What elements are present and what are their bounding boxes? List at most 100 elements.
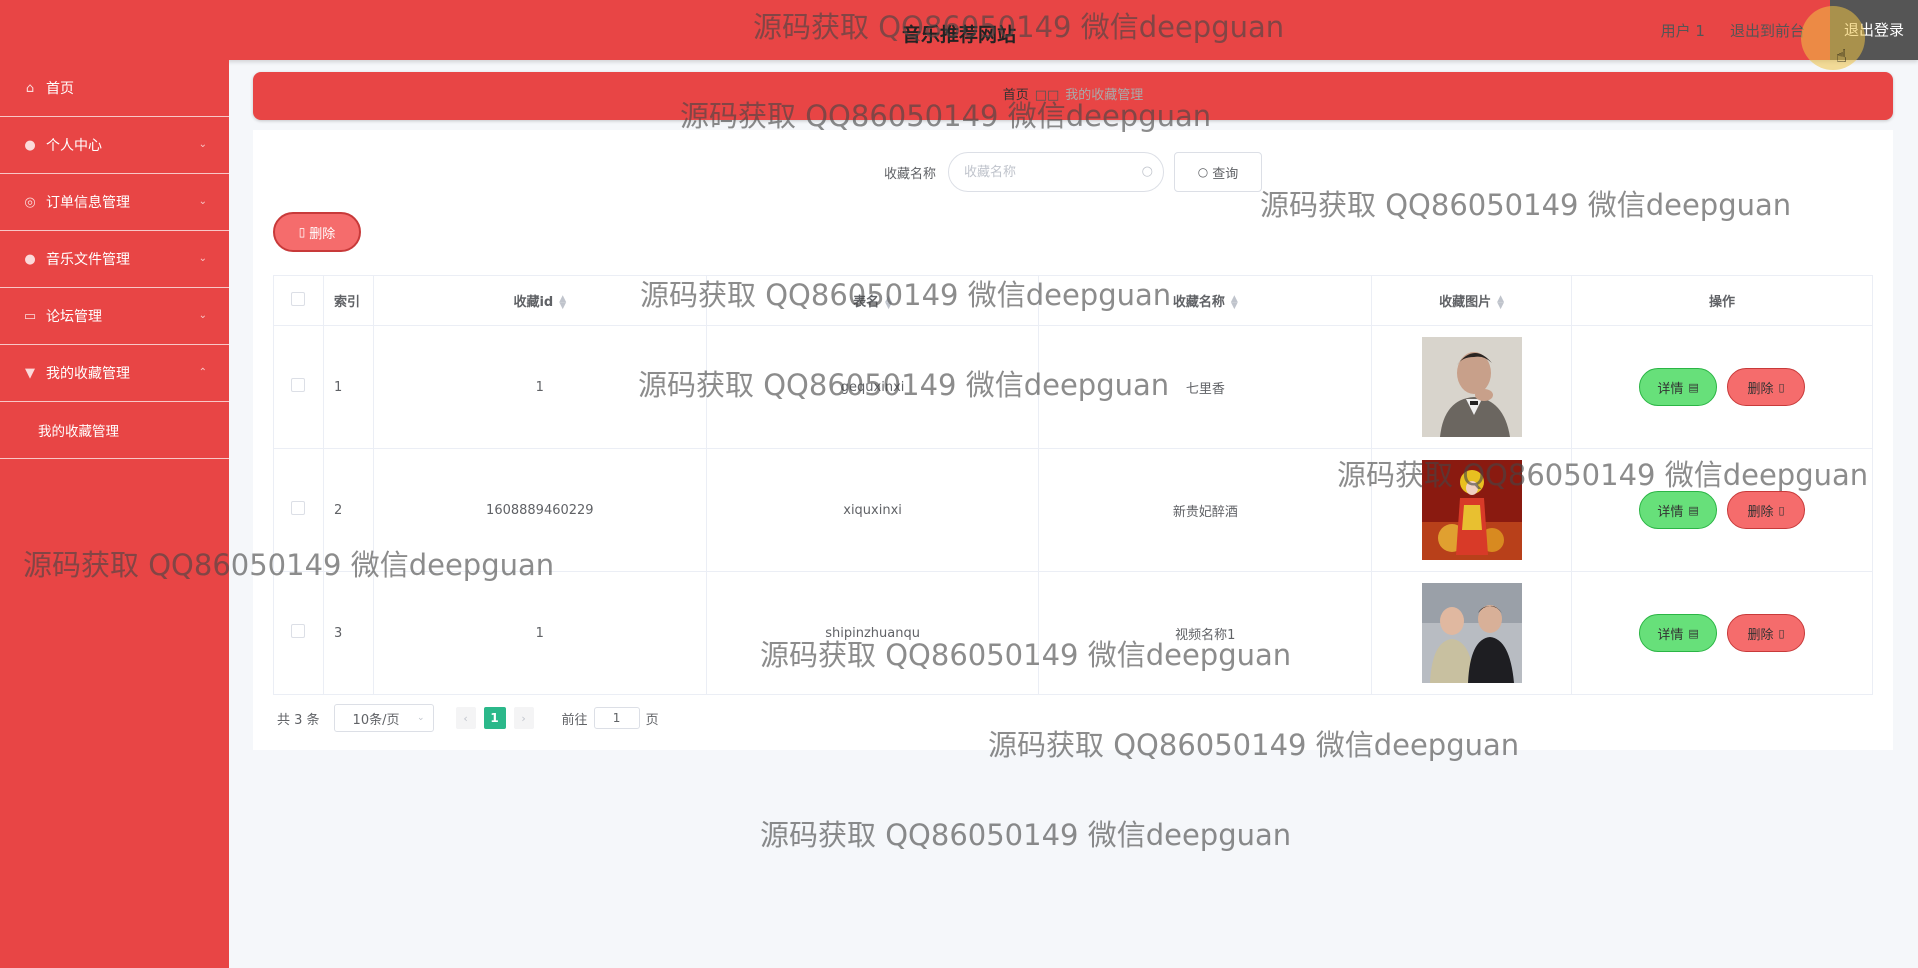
- delete-button-label: 删除: [1747, 627, 1774, 643]
- cell-name: 视频名称1: [1038, 571, 1373, 695]
- top-header: 音乐推荐网站 用户 1 退出到前台 退出登录: [0, 0, 1918, 60]
- sort-icon[interactable]: ▲ ▼: [885, 294, 892, 310]
- cell-id: 1: [372, 571, 707, 695]
- header-name[interactable]: 收藏名称 ▲ ▼: [1038, 275, 1373, 326]
- cell-table: xiquxinxi: [705, 448, 1040, 572]
- detail-button-label: 详情: [1657, 381, 1684, 397]
- compass-icon: ◎: [24, 194, 36, 210]
- detail-button[interactable]: 详情 ▤: [1639, 368, 1718, 406]
- chevron-down-icon: ⌄: [198, 253, 207, 264]
- sidebar-item-home[interactable]: ⌂ 首页: [0, 60, 229, 117]
- page-number-current[interactable]: 1: [483, 707, 506, 729]
- back-to-front-link[interactable]: 退出到前台: [1730, 20, 1805, 41]
- search-icon: ○: [1141, 164, 1153, 179]
- query-button-label: 查询: [1212, 166, 1239, 182]
- user-icon: ●: [24, 137, 36, 153]
- breadcrumb-current: 我的收藏管理: [1065, 88, 1144, 103]
- cell-ops: 详情 ▤ 删除 ▯: [1571, 325, 1873, 449]
- header-table[interactable]: 表名 ▲ ▼: [705, 275, 1040, 326]
- sidebar-item-forum[interactable]: ▭ 论坛管理 ⌄: [0, 288, 229, 345]
- table-row: 2 1608889460229 xiquxinxi 新贵妃醉酒 详情 ▤ 删除 …: [273, 448, 1873, 572]
- chevron-down-icon: ⌄: [198, 310, 207, 321]
- document-icon: ▤: [1688, 626, 1699, 640]
- pagination: 共 3 条 10条/页 ⌄ ‹ 1 › 前往 1 页: [277, 704, 659, 732]
- delete-button-label: 删除: [1747, 504, 1774, 520]
- cell-image: [1371, 325, 1573, 449]
- home-icon: ⌂: [25, 80, 35, 96]
- row-checkbox[interactable]: [291, 378, 306, 392]
- row-checkbox[interactable]: [291, 624, 306, 638]
- sidebar-subitem-favorites-manage[interactable]: 我的收藏管理: [0, 402, 229, 459]
- query-button[interactable]: ○ 查询: [1174, 152, 1262, 192]
- cell-ops: 详情 ▤ 删除 ▯: [1571, 571, 1873, 695]
- cell-image: [1371, 571, 1573, 695]
- sort-icon[interactable]: ▲ ▼: [559, 294, 566, 310]
- table-header-row: 索引 收藏id ▲ ▼ 表名 ▲ ▼ 收藏名称 ▲ ▼ 收藏图片 ▲ ▼ 操作: [273, 275, 1873, 326]
- sidebar-item-label: 首页: [46, 81, 74, 97]
- favorites-table: 索引 收藏id ▲ ▼ 表名 ▲ ▼ 收藏名称 ▲ ▼ 收藏图片 ▲ ▼ 操作 1 1 gequ…: [273, 275, 1873, 695]
- select-all-cell: [273, 275, 324, 326]
- favorite-thumbnail[interactable]: [1421, 337, 1522, 437]
- table-row: 3 1 shipinzhuanqu 视频名称1 详情 ▤ 删除 ▯: [273, 571, 1873, 695]
- favorite-thumbnail[interactable]: [1421, 460, 1522, 560]
- goto-page-input[interactable]: 1: [593, 707, 640, 729]
- sidebar-item-label: 我的收藏管理: [46, 366, 130, 382]
- chevron-down-icon: ⌄: [198, 139, 207, 150]
- current-user: 用户 1: [1660, 21, 1705, 40]
- user-icon: ●: [24, 251, 36, 267]
- header-image[interactable]: 收藏图片 ▲ ▼: [1371, 275, 1573, 326]
- row-actions: 详情 ▤ 删除 ▯: [1572, 368, 1872, 406]
- table-row: 1 1 gequxinxi 七里香 详情 ▤ 删除 ▯: [273, 325, 1873, 449]
- trash-icon: ▯: [1778, 380, 1785, 394]
- chevron-up-icon: ⌃: [198, 367, 207, 378]
- header-table-label: 表名: [853, 295, 880, 310]
- trophy-icon: ▼: [25, 365, 35, 381]
- batch-delete-button[interactable]: ▯ 删除: [273, 212, 361, 252]
- header-index: 索引: [322, 275, 374, 326]
- search-input[interactable]: [949, 153, 1129, 191]
- sort-icon[interactable]: ▲ ▼: [1497, 294, 1504, 310]
- row-actions: 详情 ▤ 删除 ▯: [1572, 614, 1872, 652]
- next-page-button[interactable]: ›: [513, 707, 534, 729]
- chevron-left-icon: ‹: [463, 711, 468, 725]
- sidebar-item-label: 音乐文件管理: [46, 252, 130, 268]
- sort-icon[interactable]: ▲ ▼: [1231, 294, 1238, 310]
- sidebar-item-label: 个人中心: [46, 138, 102, 154]
- row-checkbox[interactable]: [291, 501, 306, 515]
- cell-id: 1: [372, 325, 707, 449]
- prev-page-button[interactable]: ‹: [455, 707, 476, 729]
- trash-icon: ▯: [1778, 626, 1785, 640]
- page-size-value: 10条/页: [352, 712, 400, 728]
- trash-icon: ▯: [1778, 503, 1785, 517]
- cell-index: 3: [322, 571, 374, 695]
- delete-button[interactable]: 删除 ▯: [1727, 614, 1806, 652]
- detail-button[interactable]: 详情 ▤: [1639, 614, 1718, 652]
- delete-button[interactable]: 删除 ▯: [1727, 491, 1806, 529]
- detail-button[interactable]: 详情 ▤: [1639, 491, 1718, 529]
- document-icon: ▤: [1688, 380, 1699, 394]
- sidebar-item-label: 论坛管理: [46, 309, 102, 325]
- page-size-select[interactable]: 10条/页 ⌄: [333, 704, 434, 732]
- favorite-thumbnail[interactable]: [1421, 583, 1522, 683]
- sidebar-item-personal-center[interactable]: ● 个人中心 ⌄: [0, 117, 229, 174]
- header-name-label: 收藏名称: [1172, 295, 1225, 310]
- sidebar-item-favorites[interactable]: ▼ 我的收藏管理 ⌃: [0, 345, 229, 402]
- cell-table: gequxinxi: [705, 325, 1040, 449]
- search-icon: ○: [1197, 165, 1209, 179]
- delete-button[interactable]: 删除 ▯: [1727, 368, 1806, 406]
- cell-name: 七里香: [1038, 325, 1373, 449]
- header-ops: 操作: [1571, 275, 1873, 326]
- breadcrumb-home[interactable]: 首页: [1003, 88, 1029, 103]
- select-all-checkbox[interactable]: [291, 291, 306, 306]
- row-checkbox-cell: [273, 325, 324, 449]
- document-icon: ▤: [1688, 503, 1699, 517]
- cell-index: 1: [322, 325, 374, 449]
- sidebar-item-music-files[interactable]: ● 音乐文件管理 ⌄: [0, 231, 229, 288]
- search-label: 收藏名称: [883, 166, 936, 182]
- header-image-label: 收藏图片: [1439, 295, 1492, 310]
- trash-icon: ▯: [298, 225, 306, 239]
- search-bar: 收藏名称 ○ ○ 查询: [253, 152, 1893, 192]
- header-id[interactable]: 收藏id ▲ ▼: [372, 275, 707, 326]
- sidebar-item-orders[interactable]: ◎ 订单信息管理 ⌄: [0, 174, 229, 231]
- breadcrumb: 首页 □□ 我的收藏管理: [253, 72, 1893, 120]
